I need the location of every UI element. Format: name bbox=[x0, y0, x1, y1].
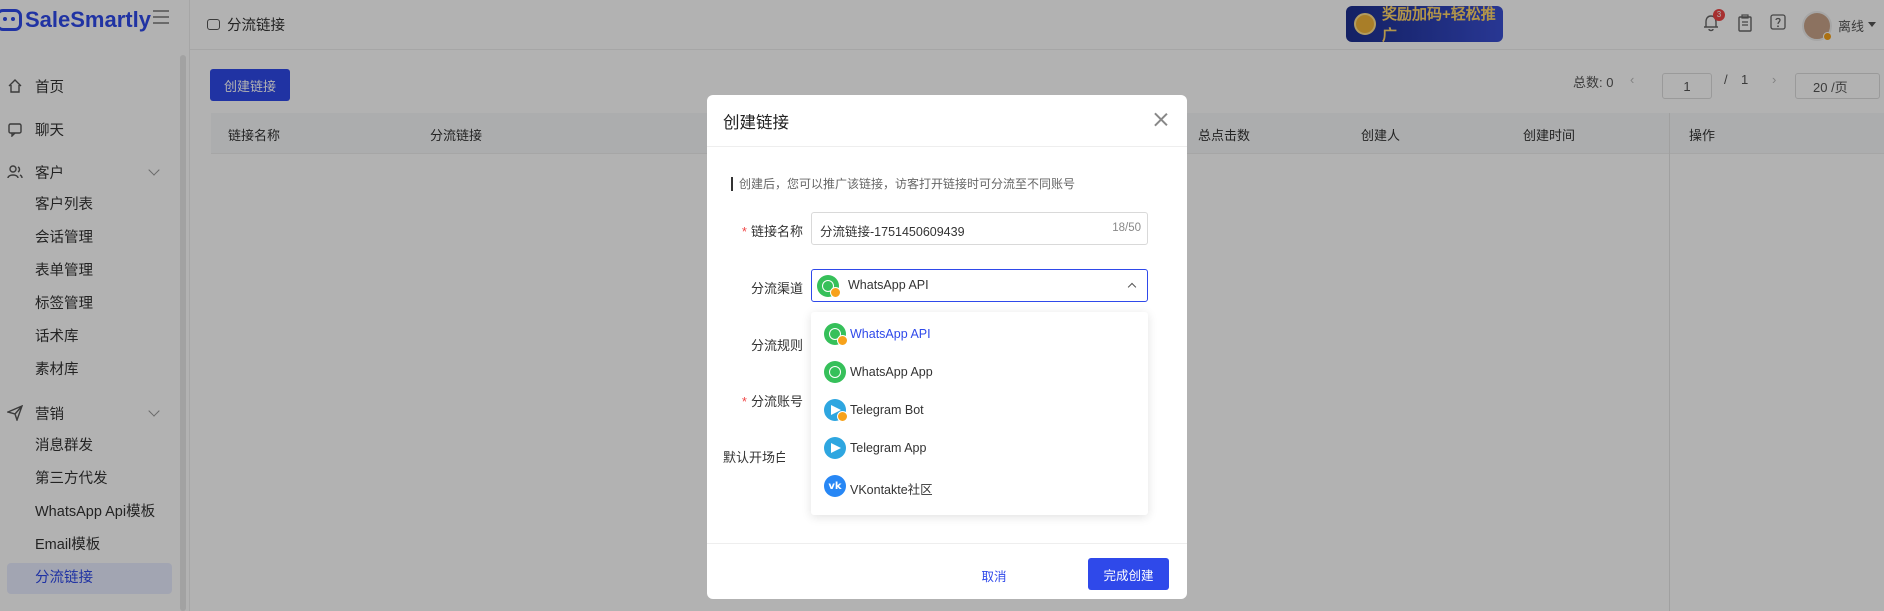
close-icon[interactable] bbox=[1154, 112, 1168, 126]
option-telegram-app[interactable]: Telegram App bbox=[811, 429, 1148, 467]
option-whatsapp-app[interactable]: WhatsApp App bbox=[811, 353, 1148, 391]
divider bbox=[707, 146, 1187, 147]
option-label: VKontakte社区 bbox=[850, 483, 933, 497]
whatsapp-api-icon bbox=[824, 323, 848, 346]
rule-label: 分流规则 bbox=[750, 338, 803, 353]
channel-dropdown: WhatsApp API WhatsApp App Telegram Bot T… bbox=[811, 312, 1148, 515]
vk-icon: vk bbox=[824, 475, 846, 497]
telegram-bot-icon bbox=[824, 399, 848, 422]
option-vkontakte[interactable]: vk VKontakte社区 bbox=[811, 467, 1148, 505]
dialog-title: 创建链接 bbox=[723, 114, 789, 132]
option-telegram-bot[interactable]: Telegram Bot bbox=[811, 391, 1148, 429]
cancel-button[interactable]: 取消 bbox=[969, 560, 1019, 590]
option-label: Telegram App bbox=[850, 441, 927, 455]
option-label: WhatsApp API bbox=[850, 327, 931, 341]
whatsapp-api-icon bbox=[817, 275, 841, 298]
channel-selected-value: WhatsApp API bbox=[848, 278, 929, 292]
option-label: WhatsApp App bbox=[850, 365, 933, 379]
option-whatsapp-api[interactable]: WhatsApp API bbox=[811, 315, 1148, 353]
complete-create-button[interactable]: 完成创建 bbox=[1088, 558, 1169, 590]
channel-label: 分流渠道 bbox=[750, 281, 803, 296]
create-link-dialog: 创建链接 创建后，您可以推广该链接，访客打开链接时可分流至不同账号 * 链接名称 … bbox=[707, 95, 1187, 599]
link-name-label: * 链接名称 bbox=[741, 224, 803, 239]
chevron-up-icon bbox=[1127, 282, 1137, 292]
link-name-value: 分流链接-1751450609439 bbox=[820, 225, 965, 239]
link-name-input[interactable]: 分流链接-1751450609439 18/50 bbox=[811, 212, 1148, 245]
greeting-label: 默认开场白 bbox=[723, 450, 785, 465]
channel-select[interactable]: WhatsApp API bbox=[811, 269, 1148, 302]
option-label: Telegram Bot bbox=[850, 403, 924, 417]
char-counter: 18/50 bbox=[1112, 222, 1141, 234]
whatsapp-icon bbox=[824, 361, 846, 383]
divider bbox=[707, 543, 1187, 544]
account-label: * 分流账号 bbox=[741, 394, 803, 409]
telegram-icon bbox=[824, 437, 846, 459]
dialog-hint: 创建后，您可以推广该链接，访客打开链接时可分流至不同账号 bbox=[731, 177, 1075, 191]
